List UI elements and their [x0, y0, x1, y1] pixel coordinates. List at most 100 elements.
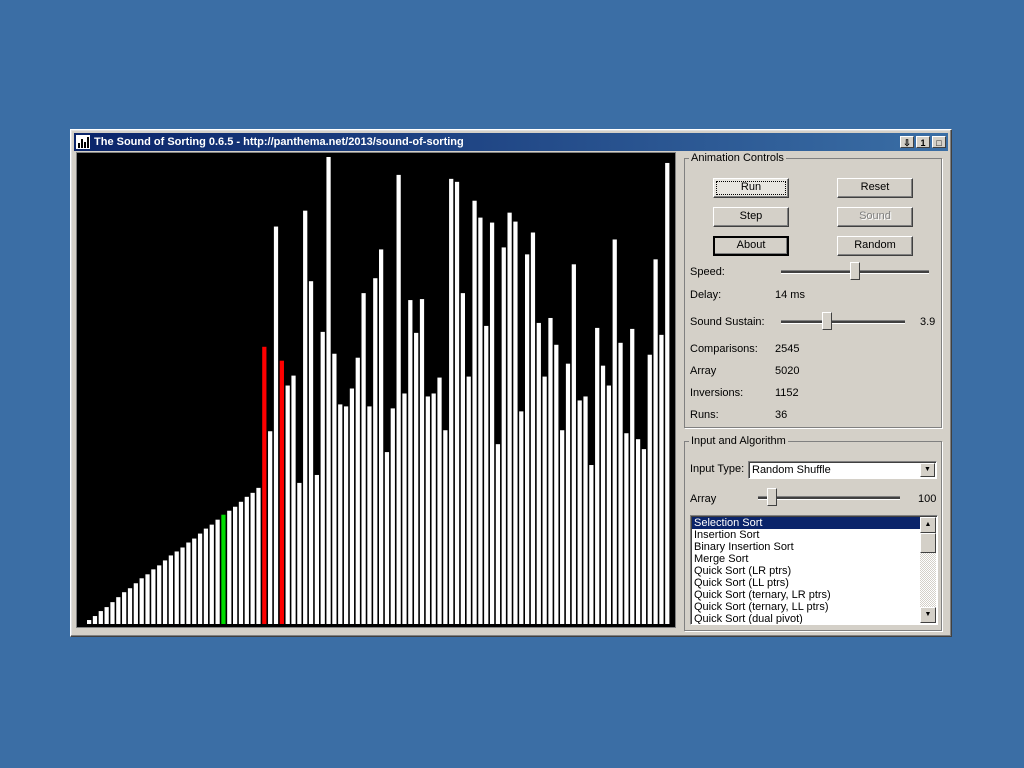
array-size-track: [758, 496, 900, 500]
sound-sustain-value: 3.9: [920, 316, 936, 328]
array-size-label: Array: [690, 493, 717, 505]
scroll-down-icon[interactable]: ▼: [920, 607, 936, 623]
array-bar: [548, 317, 553, 624]
array-bar: [595, 327, 600, 624]
array-bar: [227, 510, 232, 624]
array-size-thumb[interactable]: [767, 488, 777, 506]
sound-sustain-thumb[interactable]: [822, 312, 832, 330]
array-bar: [489, 222, 495, 624]
algorithm-item[interactable]: Merge Sort: [692, 553, 920, 565]
array-bar: [431, 393, 436, 624]
speed-slider-thumb[interactable]: [850, 262, 860, 280]
array-bar: [501, 247, 506, 625]
sound-button[interactable]: Sound: [837, 207, 913, 227]
array-bar: [635, 439, 641, 624]
maximize-button[interactable]: □: [932, 136, 946, 148]
array-bar: [174, 551, 179, 624]
array-bar: [554, 344, 559, 624]
array-bar: [303, 210, 308, 624]
scroll-up-icon[interactable]: ▲: [920, 517, 936, 533]
array-bar: [338, 404, 343, 624]
array-bar: [513, 221, 518, 624]
array-bar: [197, 533, 203, 624]
input-type-label: Input Type:: [690, 463, 745, 475]
array-bar: [355, 357, 360, 624]
array-bar: [606, 385, 611, 624]
algorithm-item[interactable]: Quick Sort (ternary, LR ptrs): [692, 589, 920, 601]
minimize-button[interactable]: ⇩: [900, 136, 914, 148]
delay-label: Delay:: [690, 289, 722, 301]
array-bar: [495, 444, 501, 624]
array-bar: [571, 264, 576, 624]
reset-button[interactable]: Reset: [837, 178, 913, 198]
array-bar: [612, 239, 617, 624]
algorithm-item[interactable]: Selection Sort: [692, 517, 920, 529]
array-bar: [589, 465, 594, 624]
array-bar: [244, 496, 249, 624]
run-button[interactable]: Run: [713, 178, 789, 198]
speed-slider[interactable]: [781, 262, 929, 280]
array-bar: [630, 328, 635, 624]
array-bar: [314, 474, 319, 624]
array-bar: [221, 514, 226, 624]
array-bar: [192, 538, 197, 624]
array-bar: [285, 385, 290, 624]
array-bar: [203, 528, 209, 624]
array-bar: [542, 376, 547, 624]
array-bar: [273, 226, 279, 625]
comparisons-value: 2545: [775, 343, 800, 355]
array-accesses-label: Array: [690, 365, 717, 377]
array-bar: [320, 331, 325, 624]
algorithm-list[interactable]: Selection Sort Insertion Sort Binary Inser…: [690, 515, 938, 625]
array-bar: [145, 574, 150, 624]
array-bar: [291, 375, 296, 624]
scroll-thumb[interactable]: [920, 533, 936, 553]
sound-sustain-slider[interactable]: [781, 312, 905, 330]
inversions-value: 1152: [775, 387, 799, 399]
array-bar: [367, 406, 372, 624]
array-bar: [168, 555, 173, 624]
array-bar: [390, 408, 395, 624]
array-bar: [373, 278, 378, 624]
array-bar: [484, 325, 489, 624]
array-bar: [437, 377, 442, 624]
array-bar: [525, 254, 530, 624]
input-type-value: Random Shuffle: [752, 464, 831, 476]
array-bar: [127, 588, 133, 624]
title-bar[interactable]: The Sound of Sorting 0.6.5 - http://pant…: [74, 133, 948, 151]
array-bar: [268, 431, 273, 624]
array-bar: [454, 181, 460, 624]
input-type-select[interactable]: Random Shuffle ▼: [748, 461, 937, 479]
array-bar: [238, 501, 244, 624]
algorithm-item[interactable]: Insertion Sort: [692, 529, 920, 541]
array-bar: [110, 602, 115, 624]
array-bar: [308, 281, 314, 624]
about-button[interactable]: About: [713, 236, 789, 256]
array-bar: [653, 259, 658, 624]
algorithm-item[interactable]: Binary Insertion Sort: [692, 541, 920, 553]
array-bar: [665, 162, 670, 624]
array-bar: [332, 353, 337, 624]
algorithm-item[interactable]: Quick Sort (LL ptrs): [692, 577, 920, 589]
step-button[interactable]: Step: [713, 207, 789, 227]
array-bar: [279, 360, 284, 624]
array-size-value: 100: [918, 493, 937, 505]
array-bar: [384, 452, 390, 624]
array-bar: [530, 232, 536, 624]
random-button[interactable]: Random: [837, 236, 913, 256]
array-bar: [600, 365, 606, 624]
algorithm-item[interactable]: Quick Sort (ternary, LL ptrs): [692, 601, 920, 613]
algorithm-item[interactable]: Quick Sort (dual pivot): [692, 613, 920, 624]
restore-button[interactable]: 1: [916, 136, 930, 148]
dropdown-arrow-icon[interactable]: ▼: [920, 463, 935, 477]
sort-visualization: [76, 152, 676, 628]
array-bar: [122, 592, 127, 624]
array-bar: [519, 411, 524, 624]
sound-sustain-track: [781, 320, 905, 324]
algorithm-item[interactable]: Quick Sort (LR ptrs): [692, 565, 920, 577]
array-bar: [536, 322, 541, 624]
array-bar: [641, 449, 647, 624]
runs-value: 36: [775, 409, 788, 421]
array-size-slider[interactable]: [758, 488, 900, 506]
algorithm-list-scrollbar[interactable]: ▲ ▼: [920, 517, 936, 623]
